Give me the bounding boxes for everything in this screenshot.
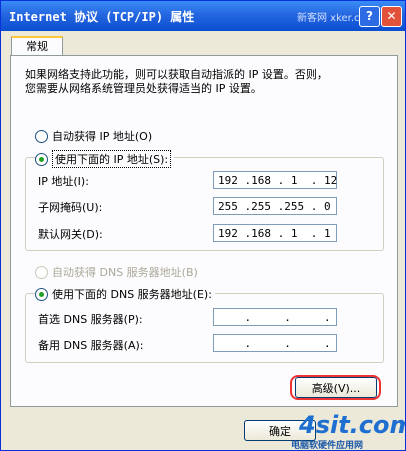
alternate-dns-label: 备用 DNS 服务器(A): [38,339,144,352]
radio-checked-icon [35,287,48,301]
close-button[interactable]: ✕ [381,6,402,27]
tab-general[interactable]: 常规 [11,36,63,56]
radio-unchecked-icon [35,129,48,143]
radio-disabled-icon [35,265,48,279]
preferred-dns-label: 首选 DNS 服务器(P): [38,313,143,326]
intro-text: 如果网络支持此功能，则可以获取自动指派的 IP 设置。否则， 您需要从网络系统管… [25,68,385,96]
highlight-circle [290,375,381,400]
ip-auto-radio[interactable]: 自动获得 IP 地址(O) [35,128,152,144]
ip-address-label: IP 地址(I): [38,175,89,188]
watermark-brand-text: 4sit.com [299,411,406,439]
ip-auto-label: 自动获得 IP 地址(O) [52,130,153,143]
ip-address-field[interactable]: 192 .168 . 1 . 12 [213,171,337,189]
dns-manual-radio[interactable]: 使用下面的 DNS 服务器地址(E): [35,286,215,302]
alternate-dns-field[interactable]: . . . [213,334,337,352]
intro-line-2: 您需要从网络系统管理员处获得适当的 IP 设置。 [25,82,262,95]
title-bar[interactable]: Internet 协议 (TCP/IP) 属性 新客网 xker.com ? ✕ [1,1,405,31]
intro-line-1: 如果网络支持此功能，则可以获取自动指派的 IP 设置。否则， [25,68,328,81]
watermark-brand: 4sit.com [299,411,406,439]
dialog-window: Internet 协议 (TCP/IP) 属性 新客网 xker.com ? ✕… [0,0,406,451]
help-button[interactable]: ? [359,6,380,27]
gateway-label: 默认网关(D): [38,228,103,241]
ip-manual-label: 使用下面的 IP 地址(S): [52,150,172,168]
dns-auto-label: 自动获得 DNS 服务器地址(B) [52,266,198,279]
dns-manual-label: 使用下面的 DNS 服务器地址(E): [52,288,212,301]
window-title: Internet 协议 (TCP/IP) 属性 [9,10,195,24]
subnet-mask-field[interactable]: 255 .255 .255 . 0 [213,197,337,215]
dns-auto-radio[interactable]: 自动获得 DNS 服务器地址(B) [35,264,198,280]
ip-manual-radio[interactable]: 使用下面的 IP 地址(S): [35,150,175,168]
preferred-dns-field[interactable]: . . . [213,308,337,326]
watermark-sub: 电脑软硬件应用网 [291,441,364,451]
subnet-mask-label: 子网掩码(U): [38,201,103,214]
gateway-field[interactable]: 192 .168 . 1 . 1 [213,224,337,242]
radio-checked-icon [35,152,48,166]
general-panel: 如果网络支持此功能，则可以获取自动指派的 IP 设置。否则， 您需要从网络系统管… [10,55,398,407]
